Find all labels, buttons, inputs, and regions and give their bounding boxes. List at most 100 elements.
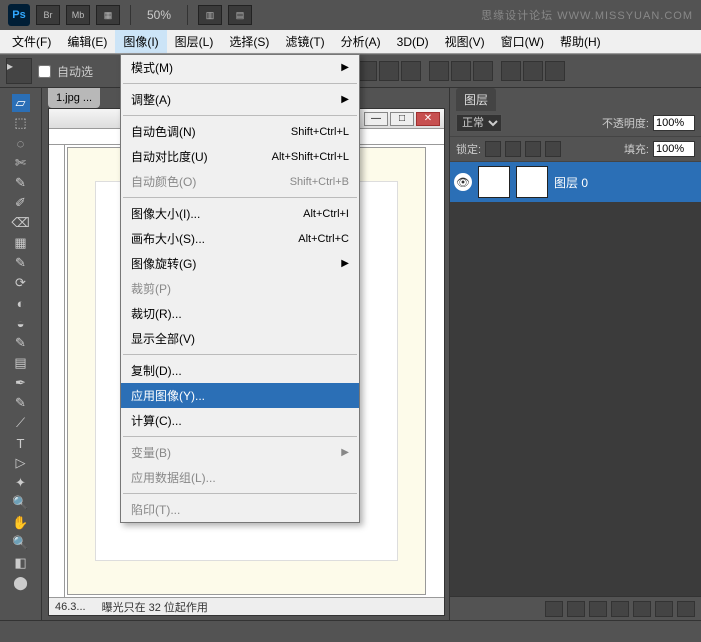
menu-item[interactable]: 复制(D)... bbox=[121, 358, 359, 383]
tool-button[interactable]: ✎ bbox=[12, 174, 30, 192]
distribute-button[interactable] bbox=[545, 61, 565, 81]
tool-button[interactable]: ⬚ bbox=[12, 114, 30, 132]
tool-button[interactable]: T bbox=[12, 434, 30, 452]
fx-icon[interactable] bbox=[567, 601, 585, 617]
menu-item[interactable]: 图像大小(I)... Alt+Ctrl+I bbox=[121, 201, 359, 226]
tool-button[interactable]: ⟳ bbox=[12, 274, 30, 292]
new-layer-icon[interactable] bbox=[655, 601, 673, 617]
menu-item-label: 自动色调(N) bbox=[131, 123, 196, 140]
panel-tabs: 图层 bbox=[450, 88, 701, 110]
tool-button[interactable]: 🔍 bbox=[12, 494, 30, 512]
menu-shortcut: Alt+Ctrl+I bbox=[303, 208, 349, 220]
menu-image[interactable]: 图像(I) bbox=[115, 30, 166, 53]
document-tab[interactable]: 1.jpg ... bbox=[48, 88, 100, 108]
opacity-value[interactable]: 100% bbox=[653, 115, 695, 131]
tool-button[interactable]: ✎ bbox=[12, 394, 30, 412]
distribute-button[interactable] bbox=[523, 61, 543, 81]
distribute-button[interactable] bbox=[501, 61, 521, 81]
adjustment-icon[interactable] bbox=[611, 601, 629, 617]
menu-item[interactable]: 画布大小(S)... Alt+Ctrl+C bbox=[121, 226, 359, 251]
distribute-button[interactable] bbox=[451, 61, 471, 81]
close-button[interactable]: ✕ bbox=[416, 112, 440, 126]
arrange-button[interactable]: ▤ bbox=[228, 5, 252, 25]
layers-tab[interactable]: 图层 bbox=[456, 88, 496, 111]
zoom-level[interactable]: 50% bbox=[147, 8, 171, 22]
menu-separator bbox=[123, 493, 357, 494]
menu-item[interactable]: 自动色调(N)Shift+Ctrl+L bbox=[121, 119, 359, 144]
menu-select[interactable]: 选择(S) bbox=[221, 30, 277, 53]
menu-item[interactable]: 自动对比度(U)Alt+Shift+Ctrl+L bbox=[121, 144, 359, 169]
tool-button[interactable]: ◐ bbox=[12, 294, 30, 312]
menu-item-label: 画布大小(S)... bbox=[131, 230, 205, 247]
menu-item[interactable]: 裁切(R)... bbox=[121, 301, 359, 326]
layer-thumbnail[interactable] bbox=[478, 166, 510, 198]
distribute-button[interactable] bbox=[473, 61, 493, 81]
menu-help[interactable]: 帮助(H) bbox=[552, 30, 609, 53]
maximize-button[interactable]: □ bbox=[390, 112, 414, 126]
tool-button[interactable]: ✦ bbox=[12, 474, 30, 492]
current-tool-icon[interactable]: ▸ bbox=[6, 58, 32, 84]
screen-mode-button[interactable]: ▦ bbox=[96, 5, 120, 25]
trash-icon[interactable] bbox=[677, 601, 695, 617]
menu-item[interactable]: 计算(C)... bbox=[121, 408, 359, 433]
menu-item-label: 模式(M) bbox=[131, 59, 173, 76]
status-zoom[interactable]: 46.3... bbox=[55, 601, 86, 613]
menu-analysis[interactable]: 分析(A) bbox=[333, 30, 389, 53]
menu-item[interactable]: 调整(A)▶ bbox=[121, 87, 359, 112]
tool-button[interactable]: ✒ bbox=[12, 374, 30, 392]
tool-button[interactable]: 🔍 bbox=[12, 534, 30, 552]
tool-button[interactable]: ▦ bbox=[12, 234, 30, 252]
mask-icon[interactable] bbox=[589, 601, 607, 617]
fill-value[interactable]: 100% bbox=[653, 141, 695, 157]
tool-button[interactable]: ▷ bbox=[12, 454, 30, 472]
auto-select-checkbox[interactable] bbox=[38, 65, 51, 78]
tool-button[interactable]: ◌ bbox=[12, 134, 30, 152]
visibility-icon[interactable]: 👁 bbox=[454, 173, 472, 191]
minimize-button[interactable]: — bbox=[364, 112, 388, 126]
menu-shortcut: Alt+Ctrl+C bbox=[298, 233, 349, 245]
menu-item[interactable]: 显示全部(V) bbox=[121, 326, 359, 351]
tool-button[interactable]: ▤ bbox=[12, 354, 30, 372]
align-button[interactable] bbox=[401, 61, 421, 81]
lock-pixels-icon[interactable] bbox=[505, 141, 521, 157]
link-layers-icon[interactable] bbox=[545, 601, 563, 617]
mask-thumbnail[interactable] bbox=[516, 166, 548, 198]
menu-layer[interactable]: 图层(L) bbox=[167, 30, 222, 53]
menu-file[interactable]: 文件(F) bbox=[4, 30, 59, 53]
lock-position-icon[interactable] bbox=[525, 141, 541, 157]
group-icon[interactable] bbox=[633, 601, 651, 617]
menu-item[interactable]: 应用图像(Y)... bbox=[121, 383, 359, 408]
layer-item[interactable]: 👁 图层 0 bbox=[450, 162, 701, 202]
tool-button[interactable]: ▱ bbox=[12, 94, 30, 112]
menu-view[interactable]: 视图(V) bbox=[437, 30, 493, 53]
blend-mode-select[interactable]: 正常 bbox=[456, 114, 502, 132]
menu-item[interactable]: 模式(M) ▶ bbox=[121, 55, 359, 80]
tool-button[interactable]: ◧ bbox=[12, 554, 30, 572]
tool-button[interactable]: ✎ bbox=[12, 254, 30, 272]
menu-item[interactable]: 图像旋转(G)▶ bbox=[121, 251, 359, 276]
view-extras-button[interactable]: ▥ bbox=[198, 5, 222, 25]
align-button[interactable] bbox=[379, 61, 399, 81]
menu-item-label: 图像大小(I)... bbox=[131, 205, 200, 222]
minibridge-button[interactable]: Mb bbox=[66, 5, 90, 25]
tool-button[interactable]: ✄ bbox=[12, 154, 30, 172]
menu-filter[interactable]: 滤镜(T) bbox=[277, 30, 332, 53]
tool-button[interactable]: ✋ bbox=[12, 514, 30, 532]
align-button[interactable] bbox=[357, 61, 377, 81]
tool-button[interactable]: ⬤ bbox=[12, 574, 30, 592]
lock-transparency-icon[interactable] bbox=[485, 141, 501, 157]
layer-name[interactable]: 图层 0 bbox=[554, 174, 588, 191]
lock-all-icon[interactable] bbox=[545, 141, 561, 157]
tool-button[interactable]: ◒ bbox=[12, 314, 30, 332]
menu-window[interactable]: 窗口(W) bbox=[493, 30, 552, 53]
bridge-button[interactable]: Br bbox=[36, 5, 60, 25]
menu-3d[interactable]: 3D(D) bbox=[389, 32, 437, 52]
submenu-arrow-icon: ▶ bbox=[341, 62, 349, 73]
tool-button[interactable]: ⌫ bbox=[12, 214, 30, 232]
distribute-button[interactable] bbox=[429, 61, 449, 81]
menu-separator bbox=[123, 354, 357, 355]
tool-button[interactable]: ✐ bbox=[12, 194, 30, 212]
tool-button[interactable]: ⟋ bbox=[12, 414, 30, 432]
tool-button[interactable]: ✎ bbox=[12, 334, 30, 352]
menu-edit[interactable]: 编辑(E) bbox=[59, 30, 115, 53]
